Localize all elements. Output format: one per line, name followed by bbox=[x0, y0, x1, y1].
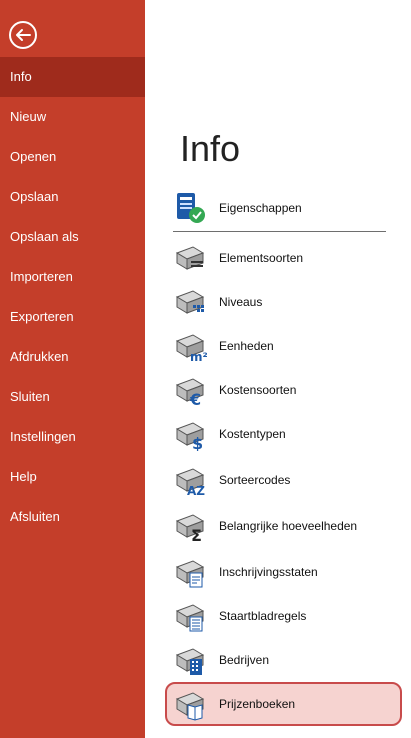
svg-text:$: $ bbox=[192, 434, 203, 451]
sidebar-item-afdrukken[interactable]: Afdrukken bbox=[0, 337, 145, 377]
svg-text:Σ: Σ bbox=[191, 526, 202, 543]
page-title: Info bbox=[180, 128, 241, 169]
staartbladregels-label: Staartbladregels bbox=[219, 609, 307, 623]
sidebar-item-instellingen[interactable]: Instellingen bbox=[0, 417, 145, 457]
eigenschappen-button[interactable]: Eigenschappen bbox=[173, 188, 398, 228]
separator bbox=[173, 231, 386, 232]
niveaus-icon bbox=[175, 290, 205, 314]
sorteercodes-button[interactable]: AZ Sorteercodes bbox=[173, 460, 398, 500]
sidebar-item-sluiten[interactable]: Sluiten bbox=[0, 377, 145, 417]
elementsoorten-button[interactable]: Elementsoorten bbox=[173, 238, 398, 278]
sidebar-item-openen[interactable]: Openen bbox=[0, 137, 145, 177]
kostensoorten-button[interactable]: € Kostensoorten bbox=[173, 370, 398, 410]
sorteercodes-icon: AZ bbox=[175, 468, 205, 497]
niveaus-label: Niveaus bbox=[219, 295, 263, 309]
elementsoorten-label: Elementsoorten bbox=[219, 251, 304, 265]
prijzenboeken-icon bbox=[175, 692, 205, 721]
eenheden-button[interactable]: m² Eenheden bbox=[173, 326, 398, 366]
sidebar-item-opslaan[interactable]: Opslaan bbox=[0, 177, 145, 217]
eigenschappen-label: Eigenschappen bbox=[219, 201, 302, 215]
eenheden-label: Eenheden bbox=[219, 339, 274, 353]
kostensoorten-icon: € bbox=[175, 378, 205, 407]
kostentypen-label: Kostentypen bbox=[219, 427, 286, 441]
sum-icon: Σ bbox=[175, 514, 205, 543]
sidebar-item-help[interactable]: Help bbox=[0, 457, 145, 497]
bedrijven-icon bbox=[175, 648, 205, 675]
kostentypen-button[interactable]: $ Kostentypen bbox=[173, 414, 398, 454]
inschrijvingsstaten-icon bbox=[175, 560, 205, 588]
sidebar-item-afsluiten[interactable]: Afsluiten bbox=[0, 497, 145, 537]
sidebar-item-exporteren[interactable]: Exporteren bbox=[0, 297, 145, 337]
back-arrow-icon[interactable] bbox=[8, 20, 38, 50]
staartbladregels-icon bbox=[175, 604, 205, 632]
staartbladregels-button[interactable]: Staartbladregels bbox=[173, 596, 398, 636]
inschrijvingsstaten-label: Inschrijvingsstaten bbox=[219, 565, 318, 579]
eenheden-icon: m² bbox=[175, 334, 207, 363]
kostensoorten-label: Kostensoorten bbox=[219, 383, 297, 397]
sidebar-item-info[interactable]: Info bbox=[0, 57, 145, 97]
elementsoorten-icon bbox=[175, 246, 205, 270]
belangrijke-hoeveelheden-button[interactable]: Σ Belangrijke hoeveelheden bbox=[173, 506, 398, 546]
inschrijvingsstaten-button[interactable]: Inschrijvingsstaten bbox=[173, 552, 398, 592]
sorteercodes-label: Sorteercodes bbox=[219, 473, 291, 487]
sidebar-item-opslaan-als[interactable]: Opslaan als bbox=[0, 217, 145, 257]
kostentypen-icon: $ bbox=[175, 422, 205, 451]
belangrijke-hoeveelheden-label: Belangrijke hoeveelheden bbox=[219, 519, 358, 533]
sidebar-item-importeren[interactable]: Importeren bbox=[0, 257, 145, 297]
sidebar-item-nieuw[interactable]: Nieuw bbox=[0, 97, 145, 137]
backstage-sidebar: Info Nieuw Openen Opslaan Opslaan als Im… bbox=[0, 0, 145, 738]
bedrijven-label: Bedrijven bbox=[219, 653, 270, 667]
prijzenboeken-button[interactable]: Prijzenboeken bbox=[173, 684, 398, 724]
svg-text:€: € bbox=[189, 390, 201, 407]
svg-text:m²: m² bbox=[190, 350, 207, 363]
svg-text:AZ: AZ bbox=[187, 484, 205, 497]
properties-icon bbox=[177, 193, 205, 223]
bedrijven-button[interactable]: Bedrijven bbox=[173, 640, 398, 680]
main-panel: Info Eigenschappen Elementsoorten Niveau… bbox=[145, 0, 411, 738]
niveaus-button[interactable]: Niveaus bbox=[173, 282, 398, 322]
prijzenboeken-label: Prijzenboeken bbox=[219, 697, 296, 711]
